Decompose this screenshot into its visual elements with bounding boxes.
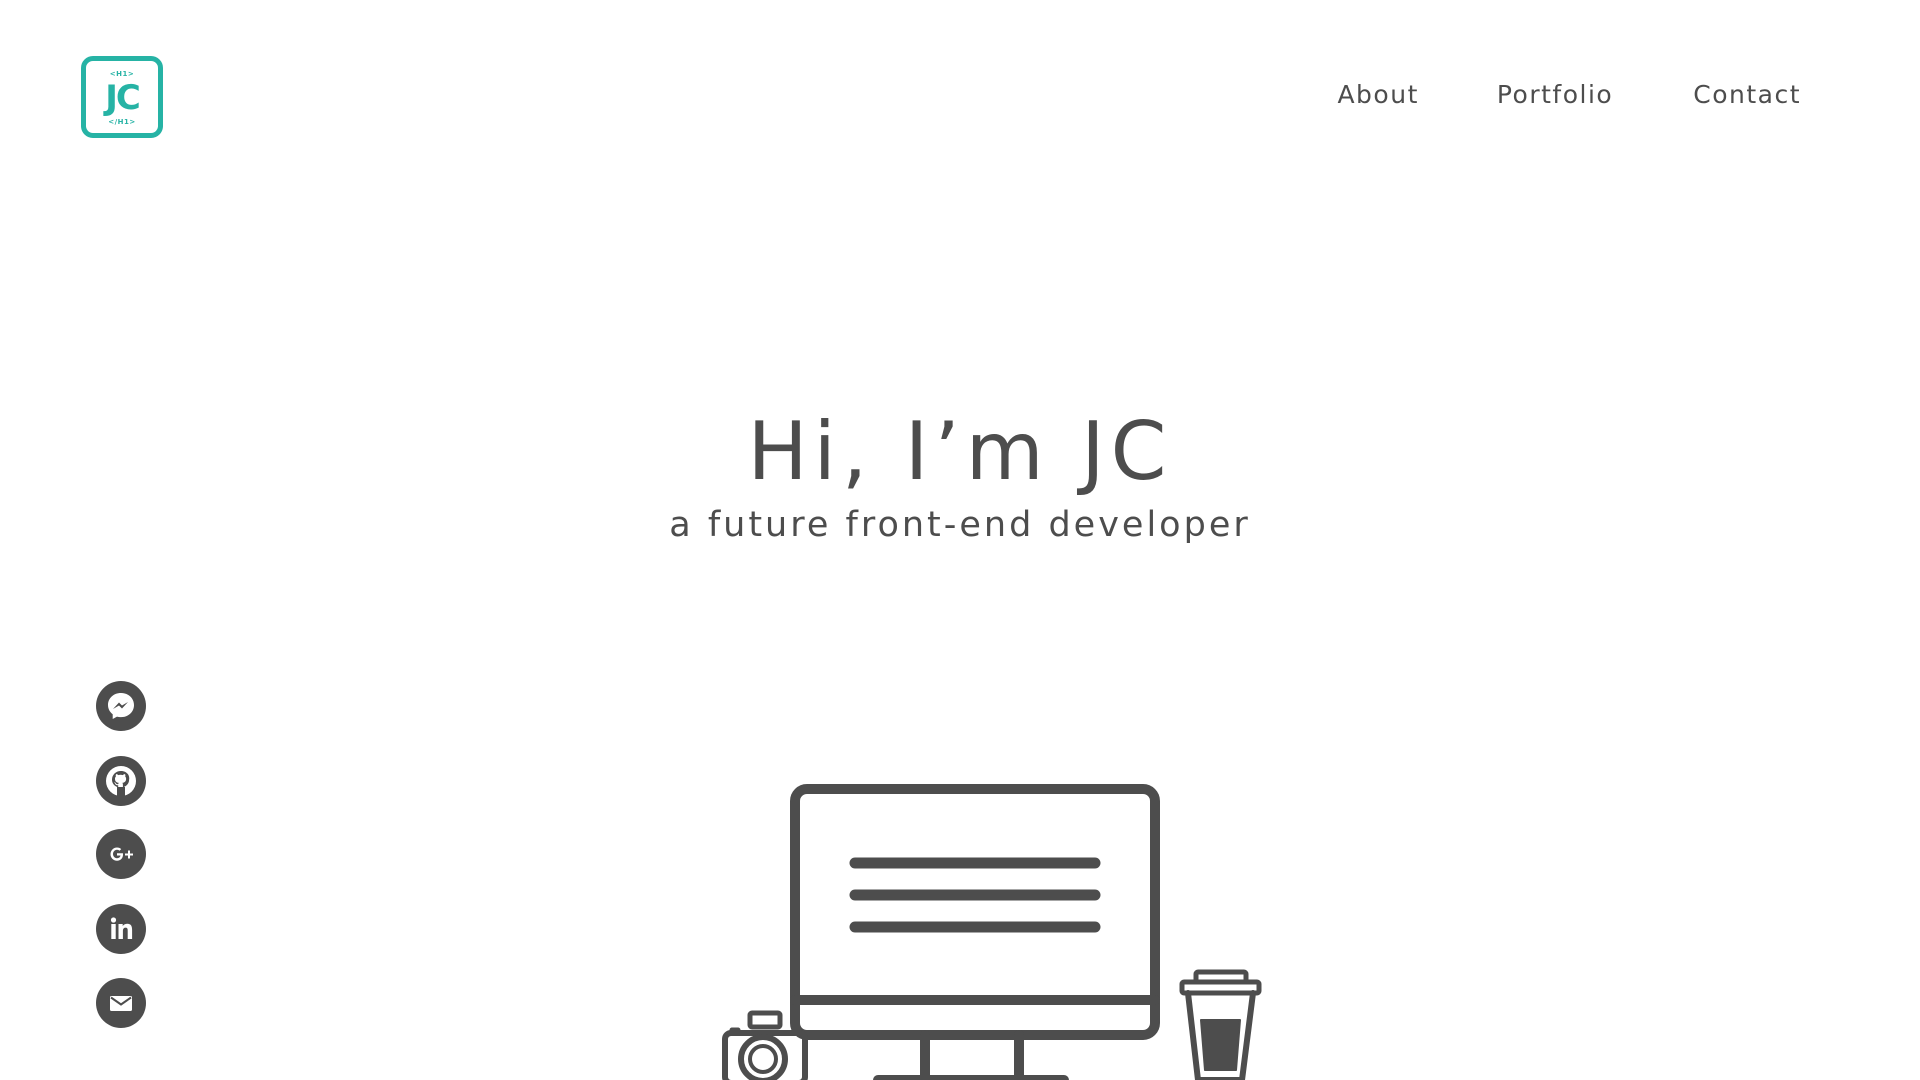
monitor-icon	[790, 784, 1160, 1080]
main-nav: About Portfolio Contact	[1337, 78, 1801, 112]
logo-tag-close: </H1>	[108, 118, 136, 126]
coffee-cup-icon	[1179, 969, 1262, 1080]
hero-title: Hi, I’m JC	[747, 405, 1173, 498]
github-link[interactable]	[96, 756, 146, 806]
logo-initials: JC	[105, 78, 141, 118]
site-logo[interactable]: <H1> JC </H1>	[81, 56, 163, 138]
messenger-icon	[108, 693, 134, 719]
messenger-link[interactable]	[96, 681, 146, 731]
nav-link-about[interactable]: About	[1337, 78, 1418, 112]
email-icon	[110, 996, 132, 1011]
page: <H1> JC </H1> About Portfolio Contact Hi…	[0, 0, 1920, 1080]
google-plus-link[interactable]	[96, 829, 146, 879]
email-link[interactable]	[96, 978, 146, 1028]
google-plus-icon	[110, 847, 133, 861]
nav-link-portfolio[interactable]: Portfolio	[1497, 78, 1613, 112]
nav-link-contact[interactable]: Contact	[1693, 78, 1801, 112]
hero-subtitle: a future front-end developer	[669, 505, 1251, 545]
linkedin-icon	[110, 917, 133, 939]
desk-illustration	[722, 784, 1262, 1080]
linkedin-link[interactable]	[96, 904, 146, 954]
github-icon	[106, 766, 136, 796]
